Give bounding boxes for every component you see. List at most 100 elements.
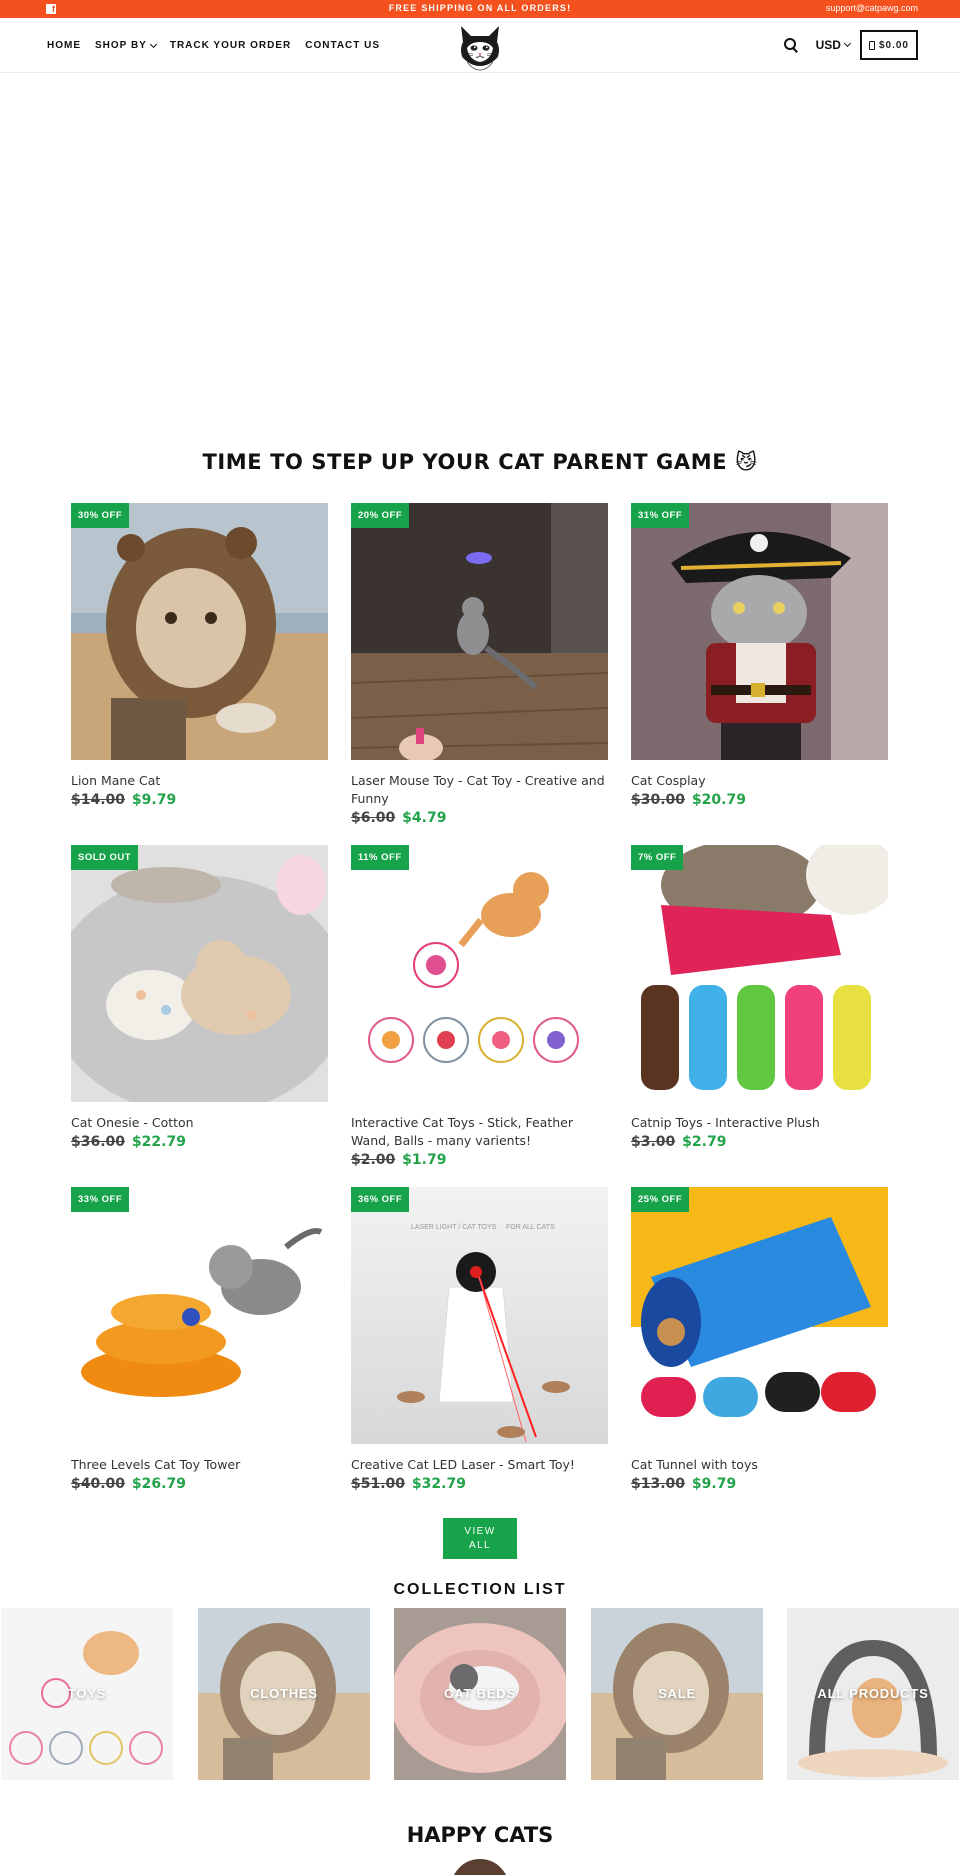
- original-price: $2.00: [351, 1152, 396, 1168]
- product-image-interactive-toys[interactable]: 11% OFF: [351, 845, 608, 1102]
- collection-list-title: COLLECTION LIST: [393, 1581, 567, 1598]
- product-image-laser-mouse[interactable]: 20% OFF: [351, 503, 608, 760]
- nav-track-order[interactable]: TRACK YOUR ORDER: [170, 40, 291, 51]
- support-email-link[interactable]: support@catpawg.com: [826, 3, 918, 13]
- product-image-catnip-toys[interactable]: 7% OFF: [631, 845, 888, 1102]
- cart-icon: [868, 40, 875, 50]
- nav-contact-us[interactable]: CONTACT US: [305, 40, 380, 51]
- product-name[interactable]: Laser Mouse Toy - Cat Toy - Creative and…: [351, 772, 608, 808]
- original-price: $3.00: [631, 1134, 676, 1150]
- discount-badge: 7% OFF: [631, 845, 684, 870]
- product-price: $2.00 $1.79: [351, 1152, 608, 1168]
- view-all-label-line2: ALL: [469, 1539, 491, 1551]
- search-icon[interactable]: [782, 36, 800, 54]
- nav-home-label: HOME: [47, 40, 81, 51]
- discount-badge: 36% OFF: [351, 1187, 410, 1212]
- product-price: $13.00 $9.79: [631, 1476, 888, 1492]
- discount-badge: 20% OFF: [351, 503, 410, 528]
- collection-label: TOYS: [67, 1686, 107, 1701]
- collection-label: CLOTHES: [250, 1686, 318, 1701]
- original-price: $6.00: [351, 810, 396, 826]
- product-price: $30.00 $20.79: [631, 792, 888, 808]
- original-price: $51.00: [351, 1476, 406, 1492]
- nav-contact-us-label: CONTACT US: [305, 40, 381, 51]
- sale-price: $26.79: [131, 1476, 186, 1492]
- laser-image-text-left: LASER LIGHT / CAT TOYS: [411, 1224, 497, 1231]
- site-header: HOME SHOP BY TRACK YOUR ORDER CONTACT US…: [0, 18, 960, 73]
- chevron-down-icon: [843, 39, 852, 48]
- currency-value: USD: [815, 38, 841, 52]
- view-all-button[interactable]: VIEW ALL: [443, 1518, 517, 1559]
- product-image-cat-tunnel[interactable]: 25% OFF: [631, 1187, 888, 1444]
- collection-card-toys[interactable]: TOYS: [1, 1608, 173, 1780]
- product-card[interactable]: 7% OFF Catnip Toys - Interactive Plush $…: [631, 845, 888, 1150]
- product-card[interactable]: LASER LIGHT / CAT TOYS FOR ALL CATS 36% …: [351, 1187, 608, 1492]
- discount-badge: 11% OFF: [351, 845, 409, 870]
- product-image-led-laser[interactable]: LASER LIGHT / CAT TOYS FOR ALL CATS 36% …: [351, 1187, 608, 1444]
- collection-label: CAT BEDS: [444, 1686, 516, 1701]
- sale-price: $9.79: [691, 1476, 737, 1492]
- sale-price: $32.79: [411, 1476, 466, 1492]
- sale-price: $22.79: [131, 1134, 186, 1150]
- chevron-down-icon: [149, 40, 157, 48]
- sale-price: $9.79: [131, 792, 177, 808]
- product-card[interactable]: 33% OFF Three Levels Cat Toy Tower $40.0…: [71, 1187, 328, 1492]
- cart-button[interactable]: $0.00: [859, 30, 918, 60]
- product-name[interactable]: Cat Cosplay: [631, 772, 888, 790]
- product-card[interactable]: 31% OFF Cat Cosplay $30.00 $20.79: [631, 503, 888, 808]
- sale-price: $4.79: [402, 810, 447, 826]
- product-name[interactable]: Catnip Toys - Interactive Plush: [631, 1114, 888, 1132]
- avatar: [448, 1856, 512, 1875]
- original-price: $14.00: [71, 792, 126, 808]
- main-nav: HOME SHOP BY TRACK YOUR ORDER CONTACT US: [47, 40, 380, 51]
- discount-badge: 31% OFF: [631, 503, 690, 528]
- collection-card-clothes[interactable]: CLOTHES: [198, 1608, 370, 1780]
- discount-badge: 33% OFF: [71, 1187, 130, 1212]
- header-actions: USD $0.00: [782, 30, 918, 60]
- featured-title: TIME TO STEP UP YOUR CAT PARENT GAME 😼: [202, 450, 758, 474]
- nav-track-order-label: TRACK YOUR ORDER: [169, 40, 292, 51]
- collection-card-cat-beds[interactable]: CAT BEDS: [394, 1608, 566, 1780]
- discount-badge: 25% OFF: [631, 1187, 690, 1212]
- product-card[interactable]: 20% OFF Laser Mouse Toy - Cat Toy - Crea…: [351, 503, 608, 826]
- product-price: $36.00 $22.79: [71, 1134, 328, 1150]
- original-price: $13.00: [631, 1476, 686, 1492]
- sale-price: $2.79: [682, 1134, 727, 1150]
- product-price: $14.00 $9.79: [71, 792, 328, 808]
- product-name[interactable]: Creative Cat LED Laser - Smart Toy!: [351, 1456, 608, 1474]
- product-image-lion-mane[interactable]: 30% OFF: [71, 503, 328, 760]
- product-card[interactable]: 11% OFF Interactive Cat Toys - Stick, Fe…: [351, 845, 608, 1168]
- sold-out-badge: SOLD OUT: [71, 845, 139, 870]
- product-name[interactable]: Interactive Cat Toys - Stick, Feather Wa…: [351, 1114, 608, 1150]
- nav-shop-by[interactable]: SHOP BY: [95, 40, 157, 51]
- sale-price: $1.79: [402, 1152, 447, 1168]
- collection-card-sale[interactable]: SALE: [591, 1608, 763, 1780]
- product-name[interactable]: Cat Tunnel with toys: [631, 1456, 888, 1474]
- product-price: $40.00 $26.79: [71, 1476, 328, 1492]
- product-card[interactable]: SOLD OUT Cat Onesie - Cotton $36.00 $22.…: [71, 845, 328, 1150]
- collection-card-all-products[interactable]: ALL PRODUCTS: [787, 1608, 959, 1780]
- product-image-cat-cosplay[interactable]: 31% OFF: [631, 503, 888, 760]
- nav-shop-by-label: SHOP BY: [95, 40, 147, 51]
- product-price: $51.00 $32.79: [351, 1476, 608, 1492]
- original-price: $30.00: [631, 792, 686, 808]
- product-price: $3.00 $2.79: [631, 1134, 888, 1150]
- nav-home[interactable]: HOME: [47, 40, 81, 51]
- product-name[interactable]: Three Levels Cat Toy Tower: [71, 1456, 328, 1474]
- happy-cats-title: HAPPY CATS: [406, 1823, 554, 1847]
- collection-label: SALE: [658, 1686, 696, 1701]
- original-price: $36.00: [71, 1134, 126, 1150]
- cart-total: $0.00: [878, 39, 909, 51]
- product-card[interactable]: 30% OFF Lion Mane Cat $14.00 $9.79: [71, 503, 328, 808]
- announcement-text: FREE SHIPPING ON ALL ORDERS!: [388, 3, 572, 13]
- currency-selector[interactable]: USD: [815, 38, 852, 52]
- product-price: $6.00 $4.79: [351, 810, 608, 826]
- product-image-toy-tower[interactable]: 33% OFF: [71, 1187, 328, 1444]
- cat-logo[interactable]: [453, 20, 507, 72]
- product-name[interactable]: Lion Mane Cat: [71, 772, 328, 790]
- discount-badge: 30% OFF: [71, 503, 130, 528]
- product-name[interactable]: Cat Onesie - Cotton: [71, 1114, 328, 1132]
- product-image-cat-onesie[interactable]: SOLD OUT: [71, 845, 328, 1102]
- product-card[interactable]: 25% OFF Cat Tunnel with toys $13.00 $9.7…: [631, 1187, 888, 1492]
- view-all-label-line1: VIEW: [464, 1525, 496, 1537]
